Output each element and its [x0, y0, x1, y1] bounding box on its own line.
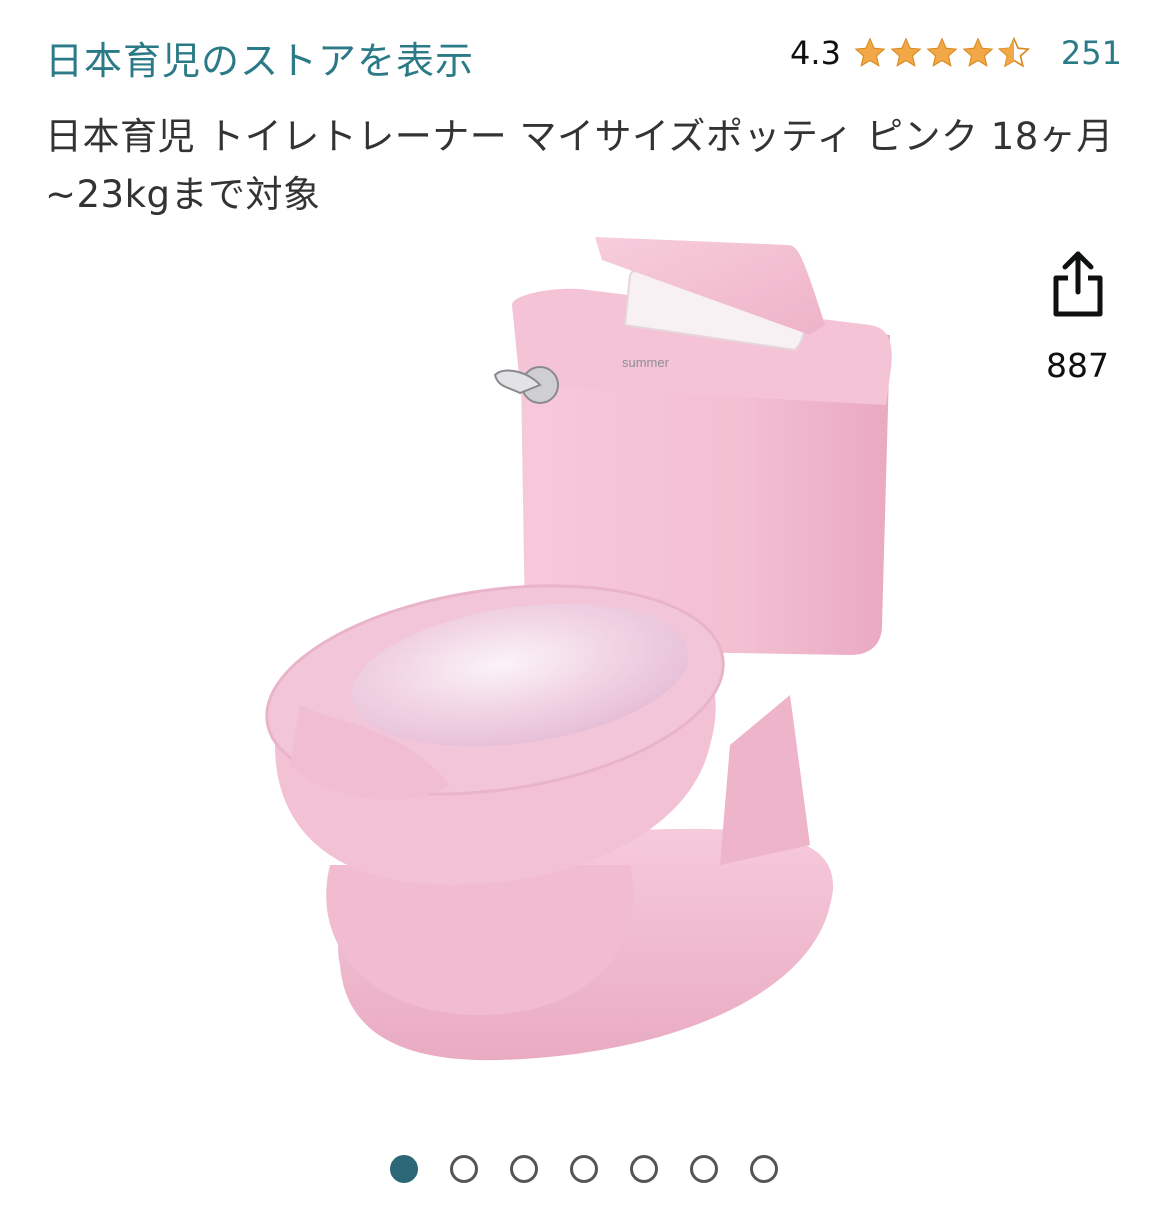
- star-icon: [926, 37, 958, 67]
- pagination-dot-1[interactable]: [390, 1155, 418, 1183]
- pagination-dot-2[interactable]: [450, 1155, 478, 1183]
- pagination-dot-3[interactable]: [510, 1155, 538, 1183]
- image-pagination[interactable]: [390, 1155, 778, 1183]
- rating-count-link[interactable]: 251: [1061, 34, 1122, 72]
- star-icon: [962, 37, 994, 67]
- rating-value: 4.3: [790, 34, 841, 72]
- pagination-dot-7[interactable]: [750, 1155, 778, 1183]
- star-rating: [853, 36, 1031, 70]
- product-title: 日本育児 トイレトレーナー マイサイズポッティ ピンク 18ヶ月~23kgまで対…: [45, 115, 1114, 216]
- pagination-dot-5[interactable]: [630, 1155, 658, 1183]
- share-icon[interactable]: [1048, 250, 1108, 318]
- brand-logo: summer: [622, 355, 670, 370]
- pagination-dot-4[interactable]: [570, 1155, 598, 1183]
- half-star-icon: [997, 36, 1031, 68]
- share-block[interactable]: 887: [1025, 250, 1130, 385]
- star-icon: [890, 37, 922, 67]
- store-link[interactable]: 日本育児のストアを表示: [45, 30, 474, 85]
- rating-block[interactable]: 4.3 251: [790, 34, 1122, 72]
- share-count: 887: [1046, 346, 1109, 385]
- star-icon: [854, 37, 886, 67]
- pagination-dot-6[interactable]: [690, 1155, 718, 1183]
- product-image[interactable]: summer: [250, 225, 930, 1125]
